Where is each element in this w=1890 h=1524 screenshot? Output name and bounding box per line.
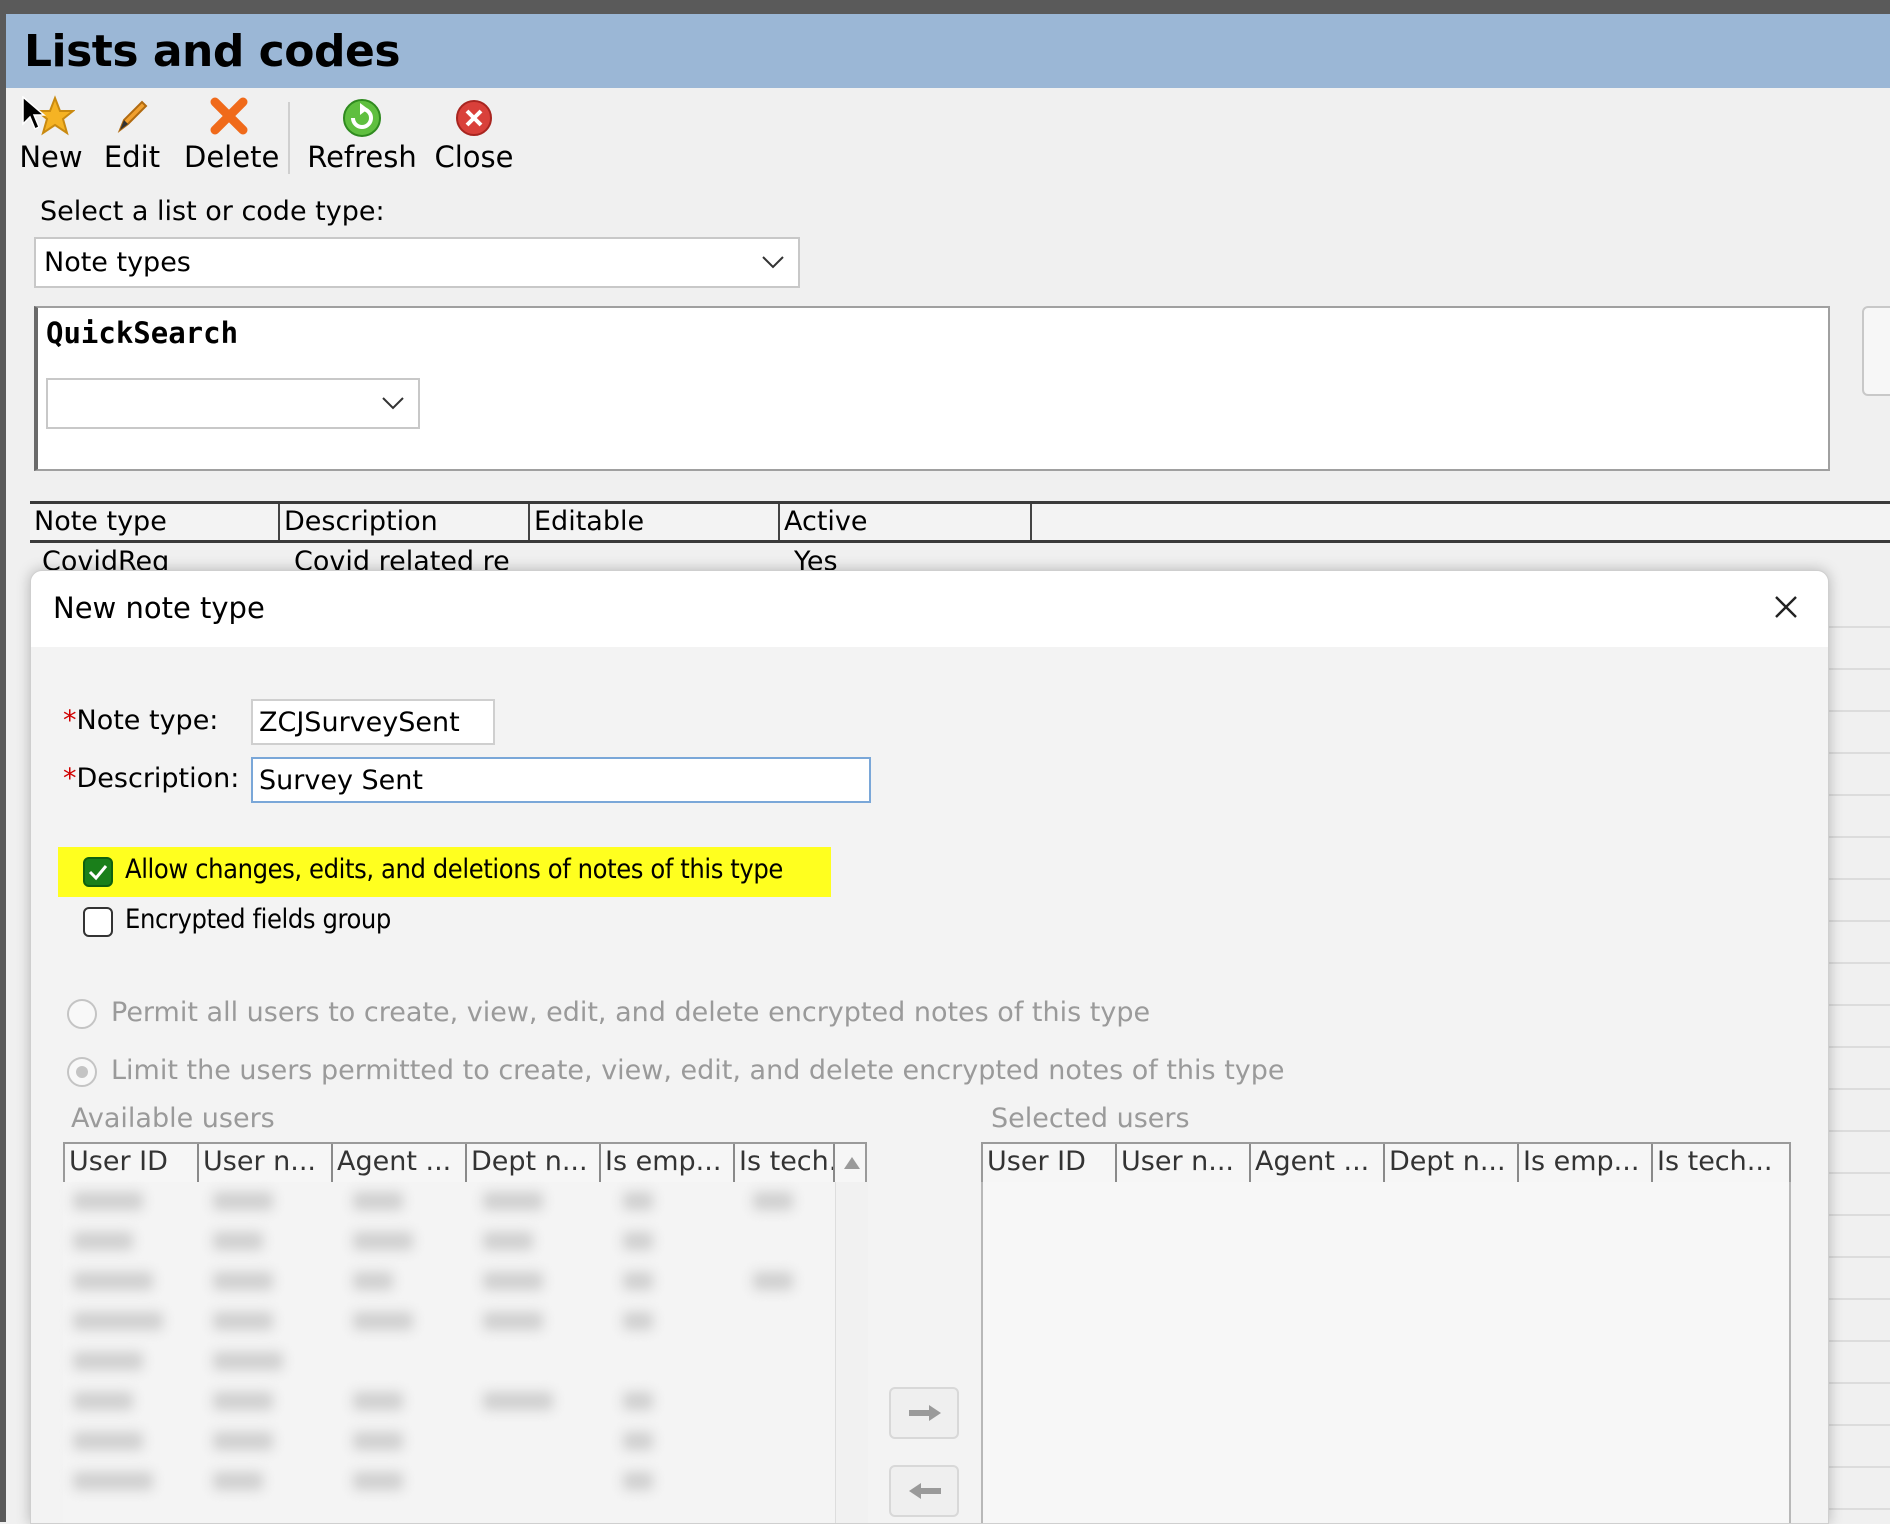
selected-col-agent[interactable]: Agent ... — [1251, 1144, 1385, 1182]
close-label: Close — [434, 140, 514, 174]
arrow-right-icon — [909, 1405, 941, 1421]
toolbar-separator — [288, 102, 290, 174]
close-icon[interactable] — [1770, 591, 1802, 623]
arrow-left-icon — [909, 1483, 941, 1499]
permit-all-radio[interactable] — [67, 999, 97, 1029]
table-row[interactable]: CovidReq Covid related re Yes — [30, 548, 1890, 570]
checkmark-icon — [88, 865, 108, 881]
note-type-label-text: Note type: — [76, 705, 219, 736]
window-title: Lists and codes — [24, 26, 401, 77]
available-users-grid-header: User ID User n... Agent ... Dept n... Is… — [63, 1142, 867, 1184]
available-users-list[interactable] — [63, 1182, 835, 1523]
note-type-label: *Note type: — [63, 705, 218, 736]
remove-user-button[interactable] — [889, 1465, 959, 1517]
allow-changes-checkbox[interactable] — [83, 857, 113, 887]
available-col-user-name[interactable]: User n... — [199, 1144, 333, 1182]
refresh-button[interactable]: Refresh — [306, 94, 418, 174]
dialog-title: New note type — [53, 591, 265, 625]
dialog-header: New note type — [31, 571, 1828, 647]
cell-active: Yes — [794, 548, 838, 570]
selected-col-user-id[interactable]: User ID — [983, 1144, 1117, 1182]
close-circle-icon — [456, 100, 492, 136]
mouse-cursor-icon — [22, 96, 46, 131]
cell-description: Covid related re — [294, 548, 510, 570]
edit-button[interactable]: Edit — [102, 94, 162, 174]
list-select-label: Select a list or code type: — [40, 196, 385, 227]
close-button[interactable]: Close — [434, 94, 514, 174]
list-type-dropdown[interactable]: Note types — [34, 237, 800, 288]
chevron-down-icon — [762, 256, 784, 269]
add-user-button[interactable] — [889, 1387, 959, 1439]
encrypted-fields-label[interactable]: Encrypted fields group — [125, 904, 391, 935]
quicksearch-title: QuickSearch — [46, 316, 239, 350]
limit-users-label[interactable]: Limit the users permitted to create, vie… — [111, 1055, 1285, 1086]
scroll-up-icon[interactable] — [843, 1156, 861, 1170]
list-type-value: Note types — [44, 247, 191, 278]
description-input[interactable] — [251, 757, 871, 803]
cell-note-type: CovidReq — [42, 548, 170, 570]
delete-label: Delete — [184, 140, 280, 174]
grid-row-lines — [1825, 570, 1890, 1522]
allow-changes-label[interactable]: Allow changes, edits, and deletions of n… — [125, 854, 783, 885]
available-col-dept-name[interactable]: Dept n... — [467, 1144, 601, 1182]
available-col-user-id[interactable]: User ID — [65, 1144, 199, 1182]
selected-col-is-employee[interactable]: Is emp... — [1519, 1144, 1653, 1182]
refresh-icon — [343, 99, 381, 137]
quicksearch-panel: QuickSearch — [34, 306, 1830, 471]
selected-users-list[interactable] — [981, 1182, 1791, 1523]
column-header-active[interactable]: Active — [780, 504, 1032, 540]
selected-users-label: Selected users — [991, 1103, 1190, 1134]
side-panel-tab[interactable] — [1862, 306, 1890, 396]
encrypted-fields-checkbox[interactable] — [83, 907, 113, 937]
column-header-description[interactable]: Description — [280, 504, 530, 540]
available-col-agent[interactable]: Agent ... — [333, 1144, 467, 1182]
new-note-type-dialog: New note type *Note type: *Description: … — [30, 570, 1829, 1524]
required-marker: * — [63, 763, 77, 794]
available-users-scrollbar[interactable] — [835, 1182, 868, 1523]
title-bar: Lists and codes — [6, 14, 1890, 88]
available-col-is-tech[interactable]: Is tech. — [735, 1144, 835, 1182]
new-label: New — [19, 140, 83, 174]
note-types-grid-header: Note type Description Editable Active — [30, 501, 1890, 543]
chevron-down-icon — [382, 397, 404, 410]
refresh-label: Refresh — [307, 140, 417, 174]
quicksearch-dropdown[interactable] — [46, 378, 420, 429]
selected-col-is-tech[interactable]: Is tech... — [1653, 1144, 1789, 1182]
description-label-text: Description: — [76, 763, 240, 794]
selected-col-dept-name[interactable]: Dept n... — [1385, 1144, 1519, 1182]
selected-col-user-name[interactable]: User n... — [1117, 1144, 1251, 1182]
delete-x-icon — [210, 97, 248, 135]
selected-users-grid-header: User ID User n... Agent ... Dept n... Is… — [981, 1142, 1791, 1184]
required-marker: * — [63, 705, 77, 736]
column-header-editable[interactable]: Editable — [530, 504, 780, 540]
delete-button[interactable]: Delete — [184, 94, 279, 174]
permit-all-label[interactable]: Permit all users to create, view, edit, … — [111, 997, 1150, 1028]
available-users-label: Available users — [71, 1103, 275, 1134]
toolbar: New Edit Delete Refresh Close — [6, 88, 1890, 180]
note-type-input[interactable] — [251, 699, 495, 745]
column-header-note-type[interactable]: Note type — [30, 504, 280, 540]
edit-label: Edit — [103, 140, 161, 174]
available-col-is-employee[interactable]: Is emp... — [601, 1144, 735, 1182]
pencil-icon — [117, 100, 148, 133]
description-label: *Description: — [63, 763, 239, 794]
limit-users-radio[interactable] — [67, 1057, 97, 1087]
